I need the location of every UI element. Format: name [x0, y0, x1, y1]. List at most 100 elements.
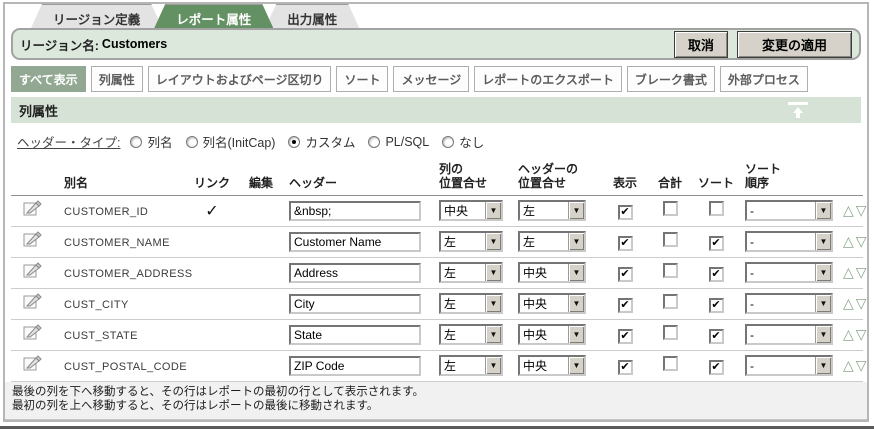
column-alignment-select[interactable]: 左: [439, 231, 503, 252]
header-text-input[interactable]: [289, 232, 421, 252]
radio-none[interactable]: [442, 136, 454, 148]
tab-label: リージョン定義: [53, 13, 140, 27]
sum-checkbox[interactable]: [663, 325, 678, 340]
subtab-label: ブレーク書式: [635, 73, 707, 87]
move-up-icon[interactable]: [842, 202, 855, 218]
sort-checkbox[interactable]: [709, 360, 724, 375]
radio-initcap[interactable]: [186, 136, 198, 148]
move-down-icon[interactable]: [855, 264, 868, 280]
show-checkbox[interactable]: [618, 236, 633, 251]
subtab-messages[interactable]: メッセージ: [393, 66, 469, 92]
sum-checkbox[interactable]: [663, 294, 678, 309]
move-down-icon[interactable]: [855, 326, 868, 342]
header-type-option-plsql[interactable]: PL/SQL: [368, 135, 429, 149]
dropdown-arrow-icon: [815, 202, 831, 219]
radio-plsql[interactable]: [368, 136, 380, 148]
header-type-label[interactable]: ヘッダー・タイプ:: [17, 132, 120, 151]
header-text-input[interactable]: [289, 325, 421, 345]
show-checkbox[interactable]: [618, 267, 633, 282]
edit-column-icon[interactable]: [23, 199, 42, 217]
move-down-icon[interactable]: [855, 233, 868, 249]
column-alignment-select[interactable]: 左: [439, 293, 503, 314]
header-text-input[interactable]: [289, 263, 421, 283]
subtab-external-processing[interactable]: 外部プロセス: [720, 66, 808, 92]
header-text-input[interactable]: [289, 294, 421, 314]
move-up-icon[interactable]: [842, 357, 855, 373]
link-column-header: リンク: [186, 157, 238, 195]
dropdown-arrow-icon: [815, 326, 831, 343]
radio-label: なし: [459, 132, 484, 151]
header-text-input[interactable]: [289, 201, 421, 221]
sort-checkbox[interactable]: [709, 236, 724, 251]
move-down-icon[interactable]: [855, 202, 868, 218]
subtab-layout-pagination[interactable]: レイアウトおよびページ区切り: [148, 66, 332, 92]
sort-checkbox[interactable]: [709, 329, 724, 344]
tab-region-definition[interactable]: リージョン定義: [31, 4, 162, 28]
apply-changes-button[interactable]: 変更の適用: [737, 31, 852, 58]
move-down-icon[interactable]: [855, 295, 868, 311]
move-up-icon[interactable]: [842, 326, 855, 342]
header-text-input[interactable]: [289, 356, 421, 376]
column-alignment-select[interactable]: 左: [439, 355, 503, 376]
show-checkbox[interactable]: [618, 329, 633, 344]
column-alignment-header: 列の位置合せ: [434, 157, 514, 195]
show-checkbox[interactable]: [618, 205, 633, 220]
edit-column-icon[interactable]: [23, 230, 42, 248]
show-checkbox[interactable]: [618, 360, 633, 375]
radio-custom[interactable]: [288, 136, 300, 148]
subtab-break-formatting[interactable]: ブレーク書式: [627, 66, 715, 92]
radio-column-name[interactable]: [130, 136, 142, 148]
header-alignment-select[interactable]: 左: [518, 231, 586, 252]
cancel-button[interactable]: 取消: [674, 31, 728, 58]
hint-line: 最初の列を上へ移動すると、その行はレポートの最後に移動されます。: [12, 399, 860, 414]
subtab-sorting[interactable]: ソート: [336, 66, 388, 92]
header-alignment-select[interactable]: 左: [518, 200, 586, 221]
move-up-icon[interactable]: [842, 264, 855, 280]
tab-print-attributes[interactable]: 出力属性: [265, 4, 359, 28]
sort-sequence-select[interactable]: -: [745, 200, 833, 221]
move-down-icon[interactable]: [855, 357, 868, 373]
sort-sequence-select[interactable]: -: [745, 324, 833, 345]
sort-checkbox[interactable]: [709, 201, 724, 216]
dropdown-arrow-icon: [485, 326, 501, 343]
sum-checkbox[interactable]: [663, 232, 678, 247]
header-type-option-initcap[interactable]: 列名(InitCap): [186, 132, 276, 151]
move-up-icon[interactable]: [842, 295, 855, 311]
collapse-arrow-stem: [796, 112, 800, 118]
subtab-report-export[interactable]: レポートのエクスポート: [474, 66, 622, 92]
show-checkbox[interactable]: [618, 298, 633, 313]
edit-column-icon[interactable]: [23, 261, 42, 279]
sum-checkbox[interactable]: [663, 263, 678, 278]
sort-checkbox[interactable]: [709, 267, 724, 282]
region-name-value: Customers: [102, 37, 167, 51]
move-up-icon[interactable]: [842, 233, 855, 249]
table-row: CUSTOMER_ID 中央 左 -: [11, 195, 863, 226]
header-alignment-select[interactable]: 中央: [518, 293, 586, 314]
column-alignment-select[interactable]: 中央: [439, 200, 503, 221]
header-type-option-column-name[interactable]: 列名: [130, 132, 172, 151]
header-type-option-custom[interactable]: カスタム: [288, 132, 355, 151]
sort-sequence-select[interactable]: -: [745, 231, 833, 252]
collapse-section-icon[interactable]: [787, 102, 811, 119]
subtab-show-all[interactable]: すべて表示: [11, 66, 86, 92]
sort-sequence-select[interactable]: -: [745, 262, 833, 283]
header-alignment-select[interactable]: 中央: [518, 355, 586, 376]
header-type-option-none[interactable]: なし: [442, 132, 484, 151]
tab-report-attributes[interactable]: レポート属性: [154, 4, 273, 28]
column-alignment-select[interactable]: 左: [439, 262, 503, 283]
column-alignment-select[interactable]: 左: [439, 324, 503, 345]
sort-sequence-select[interactable]: -: [745, 355, 833, 376]
sort-checkbox[interactable]: [709, 298, 724, 313]
edit-column-icon[interactable]: [23, 292, 42, 310]
sum-checkbox[interactable]: [663, 201, 678, 216]
sum-checkbox[interactable]: [663, 356, 678, 371]
bar-buttons: 取消 変更の適用: [674, 31, 852, 58]
link-check-icon: [205, 203, 218, 220]
header-alignment-select[interactable]: 中央: [518, 262, 586, 283]
header-alignment-select[interactable]: 中央: [518, 324, 586, 345]
table-row: CUSTOMER_NAME 左 左 -: [11, 226, 863, 257]
sort-sequence-select[interactable]: -: [745, 293, 833, 314]
edit-column-icon[interactable]: [23, 323, 42, 341]
subtab-column-attributes[interactable]: 列属性: [91, 66, 143, 92]
edit-column-icon[interactable]: [23, 354, 42, 372]
